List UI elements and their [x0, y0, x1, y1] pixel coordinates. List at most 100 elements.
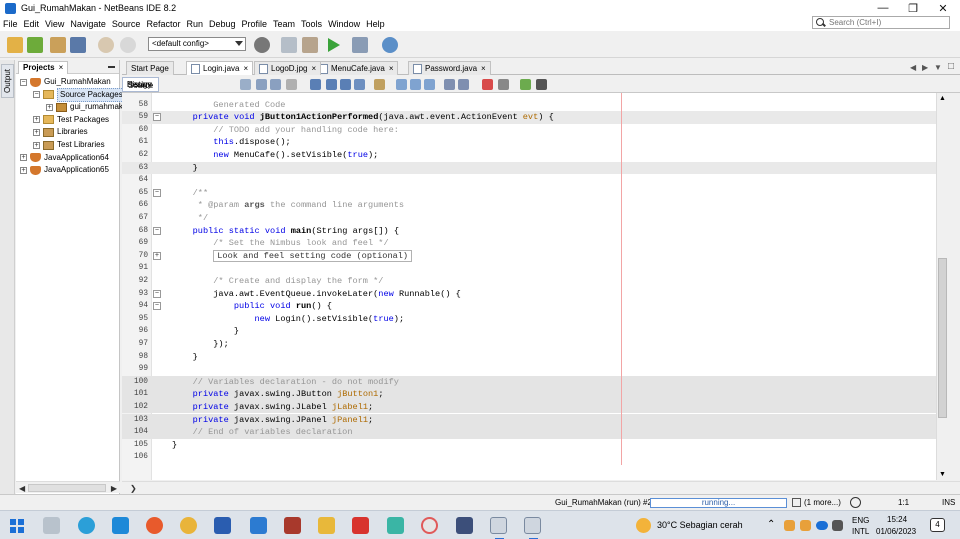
more-tasks-link[interactable]: (1 more...) — [804, 498, 841, 507]
run-icon[interactable] — [328, 38, 340, 52]
word-icon[interactable] — [214, 517, 231, 534]
chart-icon[interactable] — [536, 79, 547, 90]
maximize-icon[interactable]: ❐ — [898, 0, 928, 16]
search-box[interactable] — [812, 16, 950, 29]
close-icon[interactable]: × — [243, 62, 248, 75]
previous-bookmark-icon[interactable] — [374, 79, 385, 90]
search-input[interactable] — [829, 18, 947, 27]
chrome-browser-icon[interactable] — [180, 517, 197, 534]
new-file-icon[interactable] — [7, 37, 23, 53]
profile-icon[interactable] — [382, 37, 398, 53]
tree-item[interactable]: + Libraries — [33, 126, 88, 138]
chevron-up-icon[interactable]: ⌃ — [767, 519, 775, 530]
task-view-icon[interactable] — [43, 517, 60, 534]
app-orange-icon[interactable] — [146, 517, 163, 534]
menu-file[interactable]: File — [0, 19, 21, 29]
java-app-icon[interactable] — [490, 517, 507, 539]
build-hammer-icon[interactable] — [281, 37, 297, 53]
tab-list-icon[interactable]: ▼ — [934, 63, 942, 72]
back-icon[interactable] — [256, 79, 267, 90]
menu-navigate[interactable]: Navigate — [67, 19, 109, 29]
menu-team[interactable]: Team — [270, 19, 298, 29]
tasks-icon[interactable] — [792, 498, 801, 507]
windows-start-icon[interactable] — [10, 519, 24, 533]
tree-item[interactable]: + JavaApplication64 — [20, 152, 109, 164]
find-prev-icon[interactable] — [326, 79, 337, 90]
fold-collapse-icon[interactable]: − — [153, 226, 161, 235]
snipping-tool-icon[interactable] — [421, 517, 438, 534]
scrollbar-thumb[interactable] — [28, 484, 106, 492]
menu-refactor[interactable]: Refactor — [143, 19, 183, 29]
menu-tools[interactable]: Tools — [298, 19, 325, 29]
menu-view[interactable]: View — [42, 19, 67, 29]
tree-item[interactable]: + JavaApplication65 — [20, 164, 109, 176]
expand-icon[interactable]: + — [33, 116, 40, 124]
shift-left-icon[interactable] — [396, 79, 407, 90]
editor-tab[interactable]: Password.java × — [408, 61, 491, 75]
input-language-top[interactable]: ENG — [852, 516, 869, 525]
tree-item[interactable]: + Test Libraries — [33, 139, 105, 151]
file-explorer-icon[interactable] — [318, 517, 335, 534]
tab-scroll-left-icon[interactable]: ◀ — [910, 63, 916, 72]
uncomment-icon[interactable] — [444, 79, 455, 90]
stop-icon[interactable] — [498, 79, 509, 90]
shift-right-icon[interactable] — [410, 79, 421, 90]
menu-profile[interactable]: Profile — [239, 19, 271, 29]
notification-center-icon[interactable]: 4 — [930, 518, 945, 532]
close-icon[interactable]: × — [481, 62, 486, 75]
close-icon[interactable]: × — [59, 63, 64, 72]
maximize-editor-icon[interactable]: □ — [948, 61, 954, 72]
menu-run[interactable]: Run — [183, 19, 206, 29]
find-next-icon[interactable] — [340, 79, 351, 90]
scroll-down-icon[interactable]: ▼ — [939, 471, 946, 478]
toggle-highlight-icon[interactable] — [354, 79, 365, 90]
editor-tab[interactable]: LogoD.jpg × — [254, 61, 322, 75]
scroll-right-icon[interactable]: ▶ — [111, 484, 117, 493]
editor-horizontal-scrollbar[interactable]: ❯ — [122, 481, 960, 493]
network-icon[interactable] — [832, 520, 843, 531]
toggle-bookmark-icon[interactable] — [286, 79, 297, 90]
last-edit-icon[interactable] — [240, 79, 251, 90]
onedrive-icon[interactable] — [816, 521, 828, 530]
forward-icon[interactable] — [270, 79, 281, 90]
menu-source[interactable]: Source — [109, 19, 144, 29]
clean-build-icon[interactable] — [302, 37, 318, 53]
new-project-icon[interactable] — [27, 37, 43, 53]
tree-item[interactable]: + Test Packages — [33, 114, 109, 126]
redo-icon[interactable] — [120, 37, 136, 53]
fold-collapse-icon[interactable]: − — [153, 289, 161, 298]
tray-app-icon[interactable] — [800, 520, 811, 531]
fold-collapse-icon[interactable]: − — [153, 188, 161, 197]
edge-browser-icon[interactable] — [78, 517, 95, 534]
weather-icon[interactable] — [636, 518, 651, 533]
shift-line-icon[interactable] — [520, 79, 531, 90]
fold-collapse-icon[interactable]: − — [153, 302, 161, 311]
mail-icon[interactable] — [250, 517, 267, 534]
clock-time[interactable]: 15:24 — [887, 515, 907, 524]
editor-tab[interactable]: Start Page — [126, 61, 174, 75]
projects-tab[interactable]: Projects × — [18, 61, 69, 74]
open-project-icon[interactable] — [50, 37, 66, 53]
expand-icon[interactable]: + — [46, 103, 53, 111]
scroll-right-icon[interactable]: ❯ — [130, 484, 137, 493]
minimize-panel-icon[interactable] — [108, 66, 115, 68]
debug-icon[interactable] — [352, 37, 368, 53]
input-language-bottom[interactable]: INTL — [852, 527, 869, 536]
editor-tab[interactable]: Login.java × — [186, 61, 254, 75]
comment-icon[interactable] — [424, 79, 435, 90]
undo-icon[interactable] — [98, 37, 114, 53]
subtab-history[interactable]: History — [122, 77, 157, 92]
app-teal-icon[interactable] — [387, 517, 404, 534]
scroll-left-icon[interactable]: ◀ — [19, 484, 25, 493]
tab-scroll-right-icon[interactable]: ▶ — [922, 63, 928, 72]
start-macro-icon[interactable] — [458, 79, 469, 90]
launcher-l-icon[interactable] — [112, 517, 129, 534]
tree-item[interactable]: − Gui_RumahMakan — [20, 76, 111, 88]
netbeans-taskbar-icon[interactable] — [524, 517, 541, 539]
close-icon[interactable]: × — [311, 62, 316, 75]
menu-window[interactable]: Window — [325, 19, 363, 29]
expand-icon[interactable]: + — [20, 166, 27, 174]
close-icon[interactable]: × — [389, 62, 394, 75]
collapse-icon[interactable]: − — [20, 78, 27, 86]
wps-office-icon[interactable] — [352, 517, 369, 534]
